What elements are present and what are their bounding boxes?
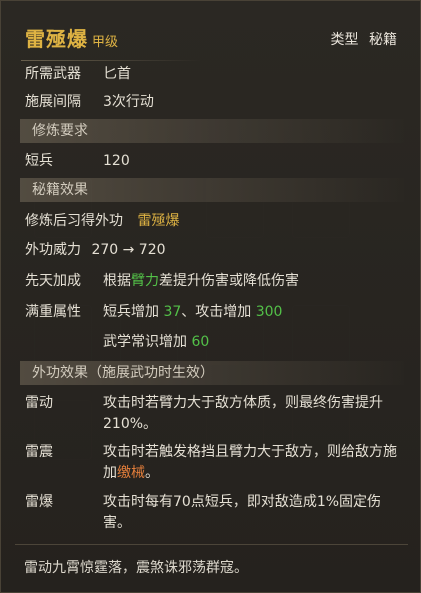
power-row: 外功威力 270 → 720 (25, 240, 166, 260)
power-label: 外功威力 (25, 242, 81, 258)
bonus-description: 根据臂力差提升伤害或降低伤害 (103, 271, 299, 291)
requirement-row: 短兵 120 (25, 151, 130, 171)
effect-name-leizhen: 雷震 (25, 444, 53, 460)
item-grade: 甲级 (92, 35, 119, 50)
flavor-text: 雷动九霄惊霆落，震煞诛邪荡群寇。 (24, 560, 248, 576)
item-title-row: 雷殛爆 甲级 (25, 23, 118, 53)
bonus-attribute: 臂力 (131, 273, 159, 289)
effect-text-leizhen: 攻击时若触发格挡且臂力大于敌方，则给敌方施加缴械。 (103, 442, 403, 484)
learn-label: 修炼后习得外功 (25, 213, 123, 229)
bonus-text: 根据 (103, 273, 131, 289)
interval-row: 施展间隔 3次行动 (25, 92, 154, 112)
type-label: 类型 (330, 32, 359, 48)
effect-name-leidong: 雷动 (25, 395, 53, 411)
full-attr-text: 、攻击增加 (181, 304, 256, 320)
requirement-stat-label: 短兵 (25, 153, 53, 169)
full-attr-text: 短兵增加 (103, 304, 164, 320)
interval-value: 3次行动 (103, 94, 154, 110)
full-attr-number: 37 (163, 304, 182, 320)
interval-label: 施展间隔 (25, 94, 81, 110)
full-attr-number: 300 (255, 304, 283, 320)
bonus-text: 差提升伤害或降低伤害 (159, 273, 299, 289)
learn-skill-name: 雷殛爆 (137, 213, 180, 229)
learn-row: 修炼后习得外功 雷殛爆 (25, 211, 179, 231)
effect-text: 。 (145, 465, 159, 481)
item-tooltip-panel: 雷殛爆 甲级 类型 秘籍 所需武器 匕首 施展间隔 3次行动 修炼要求 短兵 1… (0, 0, 421, 593)
full-attr-line-1: 短兵增加 37、攻击增加 300 (103, 302, 282, 322)
effect-keyword-disarm: 缴械 (117, 465, 145, 481)
item-type: 类型 秘籍 (331, 29, 397, 49)
full-attr-text: 武学常识增加 (103, 334, 192, 350)
title-divider (21, 60, 201, 61)
power-value: 270 → 720 (91, 242, 166, 258)
weapon-label: 所需武器 (25, 66, 81, 82)
full-attr-label: 满重属性 (25, 304, 81, 320)
effect-text-leibao: 攻击时每有70点短兵，即对敌造成1%固定伤害。 (103, 494, 382, 531)
type-value: 秘籍 (369, 32, 397, 48)
skill-effect-section-header: 秘籍效果 (20, 178, 404, 202)
outer-effect-section-header: 外功效果（施展武功时生效） (20, 361, 404, 385)
full-attr-number: 60 (191, 334, 210, 350)
full-attr-line-2: 武学常识增加 60 (103, 332, 209, 352)
weapon-row: 所需武器 匕首 (25, 64, 131, 84)
item-title: 雷殛爆 (25, 27, 88, 51)
requirement-stat-value: 120 (103, 153, 130, 169)
weapon-value: 匕首 (103, 66, 131, 82)
bonus-row: 先天加成 根据臂力差提升伤害或降低伤害 (25, 271, 299, 291)
effect-text-leidong: 攻击时若臂力大于敌方体质，则最终伤害提升210%。 (103, 395, 383, 432)
effect-name-leibao: 雷爆 (25, 494, 53, 510)
requirement-section-header: 修炼要求 (20, 119, 404, 143)
full-attr-row: 满重属性 短兵增加 37、攻击增加 300 (25, 302, 282, 322)
flavor-divider (15, 544, 408, 545)
bonus-label: 先天加成 (25, 273, 81, 289)
